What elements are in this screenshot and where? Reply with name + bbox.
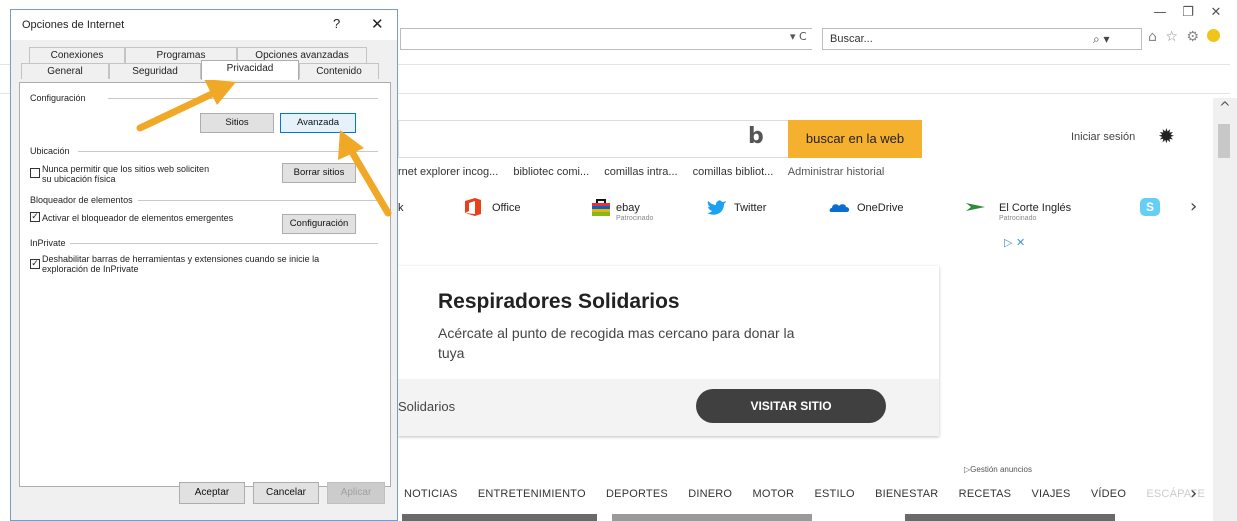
- scroll-up-icon[interactable]: ^: [1219, 100, 1231, 116]
- refresh-icon[interactable]: ▾ C: [790, 30, 807, 43]
- web-search-button[interactable]: buscar en la web: [788, 120, 922, 158]
- sponsored-label: Patrocinado: [616, 215, 654, 222]
- apply-button[interactable]: Aplicar: [327, 482, 385, 504]
- nav-item[interactable]: RECETAS: [959, 488, 1012, 500]
- popup-blocker-label: Activar el bloqueador de elementos emerg…: [42, 213, 234, 223]
- inprivate-checkbox[interactable]: ✓: [30, 259, 40, 269]
- nav-item[interactable]: ESTILO: [814, 488, 854, 500]
- vertical-scrollbar[interactable]: ^: [1213, 98, 1237, 521]
- search-placeholder: Buscar...: [830, 33, 873, 45]
- scroll-thumb[interactable]: [1218, 124, 1230, 158]
- signin-link[interactable]: Iniciar sesión: [1071, 131, 1135, 143]
- inprivate-label-1: Deshabilitar barras de herramientas y ex…: [42, 254, 320, 264]
- manage-history-link[interactable]: Administrar historial: [788, 166, 885, 178]
- clear-sites-button[interactable]: Borrar sitios: [282, 163, 356, 183]
- quicklink-office[interactable]: Office: [492, 202, 521, 214]
- toolbar-icons[interactable]: ⌂ ☆ ⚙: [1148, 29, 1221, 45]
- location-checkbox-label-2: su ubicación física: [42, 174, 116, 184]
- quicklink-partial[interactable]: k: [398, 202, 404, 214]
- nav-item[interactable]: DEPORTES: [606, 488, 668, 500]
- minimize-button[interactable]: —: [1148, 4, 1172, 22]
- search-icon[interactable]: ⌕ ▾: [1093, 32, 1110, 47]
- sponsored-label: Patrocinado: [999, 215, 1037, 222]
- internet-options-dialog: Opciones de Internet ? ✕ Conexiones Prog…: [10, 9, 398, 521]
- tab-contenido[interactable]: Contenido: [299, 63, 379, 79]
- office-icon: [465, 198, 481, 216]
- bing-search-input[interactable]: [398, 120, 788, 158]
- nav-item[interactable]: NOTICIAS: [404, 488, 458, 500]
- restore-button[interactable]: ❐: [1176, 4, 1200, 22]
- close-browser-button[interactable]: ✕: [1204, 4, 1228, 22]
- visit-site-button[interactable]: VISITAR SITIO: [696, 389, 886, 423]
- close-icon[interactable]: ✕: [371, 15, 384, 33]
- ok-button[interactable]: Aceptar: [179, 482, 245, 504]
- ad-title: Respiradores Solidarios: [438, 290, 680, 313]
- quicklink-twitter[interactable]: Twitter: [734, 202, 766, 214]
- onedrive-icon: [829, 204, 850, 212]
- news-thumbnail[interactable]: [905, 514, 1115, 521]
- sitios-button[interactable]: Sitios: [200, 113, 274, 133]
- quicklink-el-corte-ingles[interactable]: El Corte Inglés Patrocinado: [999, 202, 1072, 222]
- section-divider: [78, 151, 378, 152]
- dialog-titlebar: Opciones de Internet ? ✕: [11, 10, 397, 40]
- section-divider: [108, 98, 378, 99]
- location-checkbox[interactable]: [30, 168, 40, 178]
- feedback-smiley-icon[interactable]: [1207, 29, 1221, 42]
- ad-card[interactable]: Respiradores Solidarios Acércate al punt…: [398, 266, 939, 436]
- nav-item[interactable]: VIAJES: [1031, 488, 1070, 500]
- inprivate-section-label: InPrivate: [30, 238, 66, 248]
- address-bar[interactable]: [400, 28, 812, 50]
- section-divider: [138, 200, 378, 201]
- help-button[interactable]: ?: [333, 16, 340, 31]
- section-divider: [70, 243, 378, 244]
- nav-item[interactable]: MOTOR: [752, 488, 794, 500]
- inprivate-label-2: exploración de InPrivate: [42, 264, 139, 274]
- el-corte-ingles-icon: [966, 203, 985, 211]
- dialog-title: Opciones de Internet: [22, 19, 125, 31]
- news-thumbnail[interactable]: [612, 514, 812, 521]
- privacy-tab-panel: Configuración Sitios Avanzada Ubicación …: [19, 82, 391, 487]
- home-favorites-settings-icons[interactable]: ⌂ ☆ ⚙: [1148, 29, 1201, 45]
- tab-seguridad[interactable]: Seguridad: [109, 63, 201, 79]
- popup-blocker-checkbox[interactable]: ✓: [30, 212, 40, 222]
- cancel-button[interactable]: Cancelar: [253, 482, 319, 504]
- news-thumbnail[interactable]: [402, 514, 597, 521]
- blocker-section-label: Bloqueador de elementos: [30, 195, 133, 205]
- history-item[interactable]: comillas intra...: [604, 166, 677, 178]
- ad-text: Acércate al punto de recogida mas cercan…: [438, 325, 795, 361]
- location-section-label: Ubicación: [30, 146, 70, 156]
- config-section-label: Configuración: [30, 93, 86, 103]
- quicklink-onedrive[interactable]: OneDrive: [857, 202, 903, 214]
- gear-icon[interactable]: ✹: [1158, 124, 1175, 148]
- popup-settings-button[interactable]: Configuración: [282, 214, 356, 234]
- nav-item[interactable]: BIENESTAR: [875, 488, 938, 500]
- nav-item[interactable]: ENTRETENIMIENTO: [478, 488, 586, 500]
- ad-management-link[interactable]: ▷Gestión anuncios: [964, 465, 1032, 474]
- quicklink-ebay[interactable]: ebay Patrocinado: [616, 202, 653, 222]
- avanzada-button[interactable]: Avanzada: [280, 113, 356, 133]
- location-checkbox-label-1: Nunca permitir que los sitios web solici…: [42, 164, 210, 174]
- nav-item[interactable]: DINERO: [688, 488, 732, 500]
- ad-sponsor: Solidarios: [398, 399, 456, 414]
- history-item[interactable]: comillas bibliot...: [693, 166, 774, 178]
- search-input[interactable]: Buscar... ⌕ ▾: [822, 28, 1142, 50]
- history-item[interactable]: rnet explorer incog...: [398, 166, 498, 178]
- tab-privacidad[interactable]: Privacidad: [201, 60, 299, 80]
- twitter-icon: [707, 200, 726, 215]
- ad-choices-icon[interactable]: ▷ ✕: [1004, 236, 1025, 249]
- history-item[interactable]: bibliotec comi...: [513, 166, 589, 178]
- chevron-right-icon[interactable]: ›: [1190, 196, 1197, 217]
- tab-general[interactable]: General: [21, 63, 109, 79]
- quicklink-ebay-label: ebay: [616, 202, 640, 214]
- ebay-bag-icon: [592, 199, 610, 216]
- nav-item[interactable]: VÍDEO: [1091, 488, 1126, 500]
- ad-footer: Solidarios VISITAR SITIO: [398, 379, 939, 436]
- news-category-nav: NOTICIAS ENTRETENIMIENTO DEPORTES DINERO…: [404, 488, 1222, 500]
- skype-icon[interactable]: S: [1140, 198, 1160, 216]
- bing-logo-icon: b: [748, 124, 764, 149]
- chevron-right-icon[interactable]: ›: [1190, 483, 1197, 504]
- tab-conexiones[interactable]: Conexiones: [29, 47, 125, 63]
- history-list: rnet explorer incog... bibliotec comi...…: [398, 166, 896, 178]
- quicklink-eci-label: El Corte Inglés: [999, 202, 1072, 214]
